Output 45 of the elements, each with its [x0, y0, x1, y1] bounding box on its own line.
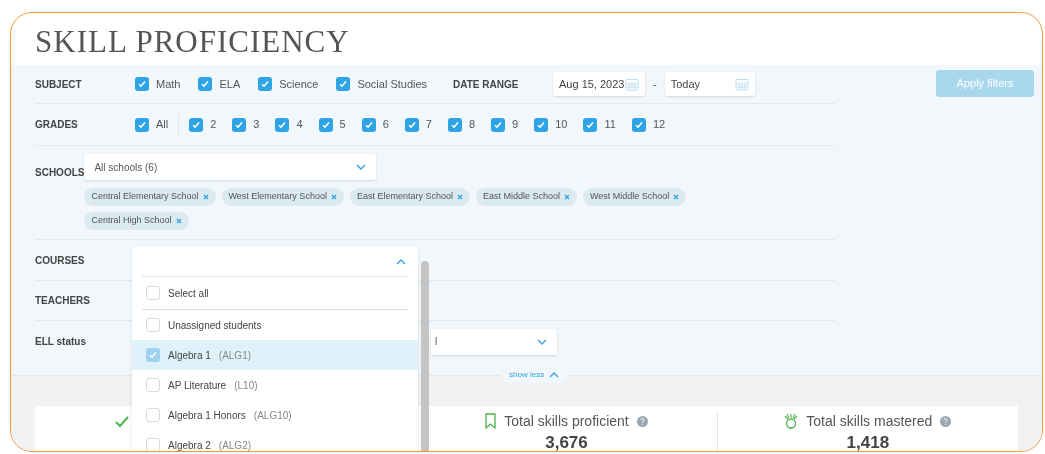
- checkbox-label: Social Studies: [357, 76, 428, 92]
- filter-label: TEACHERS: [35, 294, 91, 308]
- school-tag: Central Elementary School: [84, 188, 216, 206]
- stat-value: 3,676: [545, 433, 588, 451]
- stat-value: 1,418: [846, 433, 890, 451]
- checkbox-label: 6: [382, 117, 389, 133]
- course-option[interactable]: Algebra 1 (ALG1): [132, 340, 418, 370]
- ell-status-select[interactable]: l: [431, 328, 557, 355]
- date-separator: -: [653, 76, 657, 92]
- filter-label: COURSES: [35, 253, 86, 268]
- checkbox-label: 10: [555, 117, 568, 133]
- checkbox-label: 5: [339, 117, 346, 133]
- course-option[interactable]: Unassigned students: [132, 310, 418, 340]
- school-tag: East Middle School: [475, 188, 577, 206]
- checkbox-label: 3: [253, 117, 260, 133]
- checkbox-label: 8: [469, 117, 476, 133]
- checkbox-label: Science: [279, 76, 319, 92]
- schools-select[interactable]: All schools (6): [84, 154, 377, 180]
- school-tag: Central High School: [84, 212, 189, 230]
- checkbox-label: 4: [296, 117, 303, 133]
- school-tag: West Elementary School: [221, 188, 344, 206]
- filter-label: ELL status: [35, 335, 87, 349]
- stat-label: Total skills mastered: [806, 412, 933, 430]
- school-tag: West Middle School: [583, 188, 687, 206]
- checkbox-label: All: [156, 117, 169, 133]
- checkbox-label: Math: [156, 76, 181, 92]
- filter-label: GRADES: [35, 118, 79, 132]
- filter-label: DATE RANGE: [453, 77, 520, 92]
- date-field[interactable]: Today: [664, 72, 755, 96]
- course-option[interactable]: AP Literature (L10): [132, 370, 418, 400]
- course-option[interactable]: Algebra 1 Honors (ALG10): [132, 400, 418, 430]
- checkbox-label: 7: [425, 117, 432, 133]
- checkbox-label: 2: [210, 117, 217, 133]
- course-option[interactable]: Algebra 2 (ALG2): [132, 430, 418, 451]
- checkbox-label: 12: [652, 117, 666, 133]
- filter-label: SCHOOLS: [35, 167, 85, 178]
- page-title: SKILL PROFICIENCY: [35, 23, 351, 61]
- checkbox-label: 11: [604, 117, 616, 133]
- checkbox-label: 9: [512, 117, 519, 133]
- school-tag: East Elementary School: [349, 188, 470, 206]
- checkbox-label: ELA: [219, 76, 241, 92]
- date-field[interactable]: Aug 15, 2023: [553, 72, 645, 96]
- filter-label: SUBJECT: [35, 77, 83, 92]
- option-label[interactable]: Select all: [168, 285, 209, 301]
- stat-label: Total skills proficient: [504, 412, 629, 430]
